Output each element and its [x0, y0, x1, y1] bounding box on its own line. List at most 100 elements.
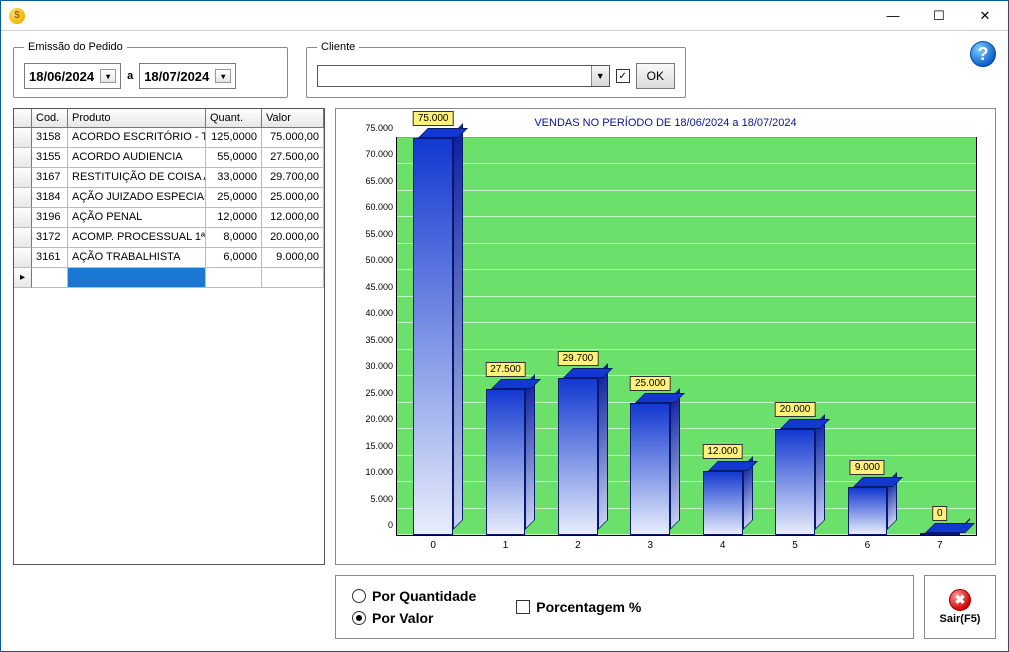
cell-valor: 12.000,00 — [262, 208, 324, 228]
cell-cod: 3184 — [32, 188, 68, 208]
bar-value-label: 27.500 — [485, 362, 526, 377]
y-tick: 5.000 — [370, 494, 393, 504]
cell-quant: 6,0000 — [206, 248, 262, 268]
sair-button[interactable]: ✖ Sair(F5) — [924, 575, 996, 639]
x-tick: 2 — [575, 540, 581, 551]
cell-valor — [262, 268, 324, 288]
row-indicator — [14, 168, 32, 188]
table-row[interactable]: 3172ACOMP. PROCESSUAL 1ª IN8,000020.000,… — [14, 228, 324, 248]
cell-valor: 29.700,00 — [262, 168, 324, 188]
chevron-down-icon[interactable]: ▾ — [215, 69, 231, 83]
cell-produto — [68, 268, 206, 288]
cell-quant: 8,0000 — [206, 228, 262, 248]
bar-value-label: 75.000 — [413, 111, 454, 126]
row-indicator — [14, 228, 32, 248]
cell-cod — [32, 268, 68, 288]
date-range-label: Emissão do Pedido — [24, 41, 127, 53]
table-row[interactable]: 3155ACORDO AUDIENCIA55,000027.500,00 — [14, 148, 324, 168]
radio-icon — [352, 589, 366, 603]
ok-button[interactable]: OK — [636, 63, 675, 89]
table-row[interactable]: 3167RESTITUIÇÃO DE COISA APR33,000029.70… — [14, 168, 324, 188]
cell-quant: 55,0000 — [206, 148, 262, 168]
cliente-checkbox[interactable]: ✓ — [616, 69, 630, 83]
titlebar: $ — ☐ ✕ — [1, 1, 1008, 31]
cell-produto: AÇÃO PENAL — [68, 208, 206, 228]
col-cod: Cod. — [32, 109, 68, 128]
options-box: Por Quantidade Por Valor Porcentagem % — [335, 575, 914, 639]
y-tick: 25.000 — [365, 388, 393, 398]
y-tick: 75.000 — [365, 123, 393, 133]
row-indicator — [14, 248, 32, 268]
chart-bar: 20.000 — [775, 429, 815, 535]
chart-plot-area: 05.00010.00015.00020.00025.00030.00035.0… — [396, 137, 977, 536]
chevron-down-icon[interactable]: ▼ — [591, 66, 609, 86]
x-tick: 1 — [503, 540, 509, 551]
product-grid[interactable]: Cod. Produto Quant. Valor 3158ACORDO ESC… — [13, 108, 325, 565]
table-row[interactable]: 3184AÇÃO JUIZADO ESPECIAL C25,000025.000… — [14, 188, 324, 208]
y-tick: 30.000 — [365, 361, 393, 371]
app-window: $ — ☐ ✕ Emissão do Pedido 18/06/2024 ▾ a… — [0, 0, 1009, 652]
chart-bar: 12.000 — [703, 471, 743, 535]
cliente-combo[interactable]: ▼ — [317, 65, 610, 87]
table-row[interactable] — [14, 268, 324, 288]
window-close-button[interactable]: ✕ — [962, 1, 1008, 31]
table-row[interactable]: 3158ACORDO ESCRITÓRIO - TIT.125,000075.0… — [14, 128, 324, 148]
cell-produto: ACORDO ESCRITÓRIO - TIT. — [68, 128, 206, 148]
cell-quant: 125,0000 — [206, 128, 262, 148]
radio-por-valor[interactable]: Por Valor — [352, 610, 476, 626]
x-tick: 0 — [430, 540, 436, 551]
date-from-picker[interactable]: 18/06/2024 ▾ — [24, 63, 121, 89]
chart-bar: 75.000 — [413, 138, 453, 535]
chart-panel: VENDAS NO PERÍODO DE 18/06/2024 a 18/07/… — [335, 108, 996, 565]
minimize-button[interactable]: — — [870, 1, 916, 31]
y-tick: 65.000 — [365, 176, 393, 186]
x-tick: 4 — [720, 540, 726, 551]
chart-bar: 25.000 — [630, 403, 670, 535]
close-icon: ✖ — [949, 589, 971, 611]
col-valor: Valor — [262, 109, 324, 128]
cell-produto: AÇÃO JUIZADO ESPECIAL C — [68, 188, 206, 208]
chevron-down-icon[interactable]: ▾ — [100, 69, 116, 83]
maximize-button[interactable]: ☐ — [916, 1, 962, 31]
date-separator: a — [127, 70, 133, 82]
date-to-picker[interactable]: 18/07/2024 ▾ — [139, 63, 236, 89]
cell-produto: RESTITUIÇÃO DE COISA APR — [68, 168, 206, 188]
bottom-row: Por Quantidade Por Valor Porcentagem % ✖… — [13, 575, 996, 639]
cell-valor: 9.000,00 — [262, 248, 324, 268]
y-tick: 10.000 — [365, 467, 393, 477]
bar-value-label: 25.000 — [630, 376, 671, 391]
bar-value-label: 0 — [932, 506, 948, 521]
y-tick: 60.000 — [365, 202, 393, 212]
cliente-input[interactable] — [318, 66, 591, 86]
col-produto: Produto — [68, 109, 206, 128]
help-icon[interactable]: ? — [970, 41, 996, 67]
x-tick: 7 — [937, 540, 943, 551]
cell-quant: 25,0000 — [206, 188, 262, 208]
radio-qty-label: Por Quantidade — [372, 588, 476, 604]
cliente-label: Cliente — [317, 41, 359, 53]
cell-cod: 3167 — [32, 168, 68, 188]
mid-row: Cod. Produto Quant. Valor 3158ACORDO ESC… — [13, 108, 996, 565]
window-controls: — ☐ ✕ — [870, 1, 1008, 31]
y-tick: 40.000 — [365, 308, 393, 318]
row-indicator — [14, 128, 32, 148]
y-tick: 45.000 — [365, 282, 393, 292]
cell-quant: 12,0000 — [206, 208, 262, 228]
cell-cod: 3172 — [32, 228, 68, 248]
chart-bar: 9.000 — [848, 487, 888, 535]
checkbox-icon — [516, 600, 530, 614]
cell-cod: 3158 — [32, 128, 68, 148]
table-row[interactable]: 3161AÇÃO TRABALHISTA6,00009.000,00 — [14, 248, 324, 268]
checkbox-porcentagem[interactable]: Porcentagem % — [516, 599, 641, 615]
chart-bar: 27.500 — [486, 389, 526, 535]
col-indicator — [14, 109, 32, 128]
table-row[interactable]: 3196AÇÃO PENAL12,000012.000,00 — [14, 208, 324, 228]
checkbox-pct-label: Porcentagem % — [536, 599, 641, 615]
content-area: Emissão do Pedido 18/06/2024 ▾ a 18/07/2… — [1, 31, 1008, 651]
y-tick: 15.000 — [365, 441, 393, 451]
row-indicator — [14, 148, 32, 168]
date-from-value: 18/06/2024 — [29, 69, 94, 84]
cell-quant: 33,0000 — [206, 168, 262, 188]
radio-por-quantidade[interactable]: Por Quantidade — [352, 588, 476, 604]
cliente-group: Cliente ▼ ✓ OK — [306, 41, 686, 98]
